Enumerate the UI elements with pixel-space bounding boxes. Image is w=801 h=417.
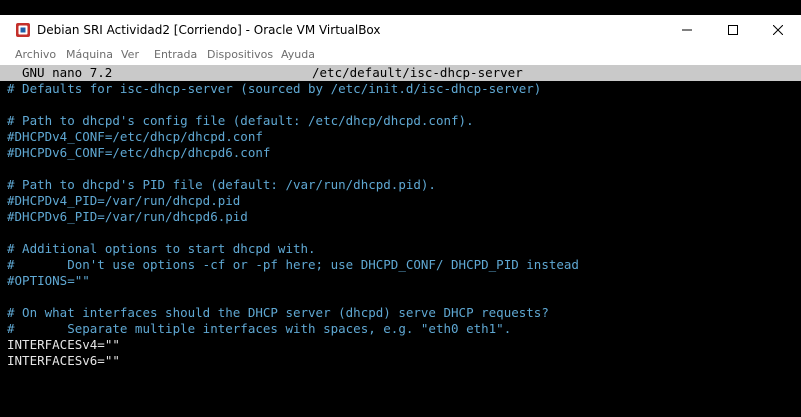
- editor-line: # Separate multiple interfaces with spac…: [7, 321, 512, 336]
- close-button[interactable]: [755, 15, 801, 45]
- menu-ayuda[interactable]: Ayuda: [281, 48, 315, 62]
- menu-archivo[interactable]: Archivo: [15, 48, 56, 62]
- menu-bar: Archivo Máquina Ver Entrada Dispositivos…: [0, 45, 801, 65]
- editor-line: #DHCPDv4_CONF=/etc/dhcp/dhcpd.conf: [7, 129, 263, 144]
- menu-dispositivos[interactable]: Dispositivos: [207, 48, 273, 62]
- vm-screen[interactable]: GNU nano 7.2 /etc/default/isc-dhcp-serve…: [0, 65, 801, 417]
- nano-title-bar: GNU nano 7.2 /etc/default/isc-dhcp-serve…: [0, 65, 801, 81]
- menu-maquina[interactable]: Máquina: [66, 48, 113, 62]
- menu-ver[interactable]: Ver: [121, 48, 139, 62]
- window-title: Debian SRI Actividad2 [Corriendo] - Orac…: [37, 23, 381, 37]
- menu-entrada[interactable]: Entrada: [154, 48, 197, 62]
- editor-line: # Defaults for isc-dhcp-server (sourced …: [7, 81, 542, 96]
- minimize-icon: [682, 29, 692, 31]
- editor-line: # Path to dhcpd's config file (default: …: [7, 113, 474, 128]
- editor-line: INTERFACESv6="": [7, 353, 120, 368]
- editor-filename: /etc/default/isc-dhcp-server: [312, 65, 523, 80]
- editor-line: #DHCPDv4_PID=/var/run/dhcpd.pid: [7, 193, 241, 208]
- maximize-button[interactable]: [710, 15, 756, 45]
- editor-line: # Don't use options -cf or -pf here; use…: [7, 257, 579, 272]
- editor-line: #DHCPDv6_CONF=/etc/dhcp/dhcpd6.conf: [7, 145, 271, 160]
- desktop-top-strip: [0, 0, 801, 15]
- close-icon: [773, 25, 783, 35]
- editor-line: # On what interfaces should the DHCP ser…: [7, 305, 549, 320]
- editor-line: # Additional options to start dhcpd with…: [7, 241, 316, 256]
- editor-line: INTERFACESv4="": [7, 337, 120, 352]
- editor-line: #DHCPDv6_PID=/var/run/dhcpd6.pid: [7, 209, 248, 224]
- editor-name: GNU nano 7.2: [22, 65, 113, 80]
- editor-line: # Path to dhcpd's PID file (default: /va…: [7, 177, 436, 192]
- minimize-button[interactable]: [664, 15, 710, 45]
- editor-line: #OPTIONS="": [7, 273, 90, 288]
- virtualbox-icon: [16, 23, 30, 37]
- maximize-icon: [728, 25, 738, 35]
